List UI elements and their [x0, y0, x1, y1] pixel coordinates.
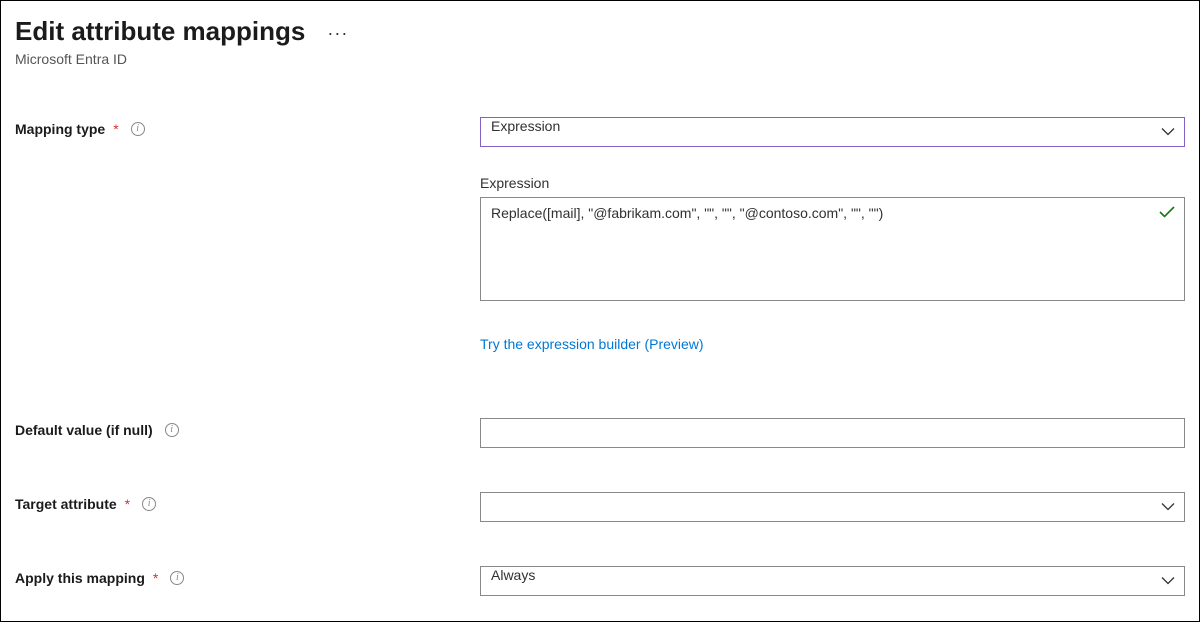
- mapping-type-label-col: Mapping type * i: [15, 117, 480, 137]
- required-star: *: [125, 496, 130, 512]
- page-header: Edit attribute mappings Microsoft Entra …: [15, 15, 1185, 67]
- target-attribute-label: Target attribute: [15, 496, 117, 512]
- expression-label: Expression: [480, 175, 1185, 191]
- target-attribute-select[interactable]: [480, 492, 1185, 522]
- default-value-label: Default value (if null): [15, 422, 153, 438]
- page-title: Edit attribute mappings: [15, 15, 305, 49]
- apply-mapping-label-col: Apply this mapping * i: [15, 566, 480, 586]
- target-attribute-row: Target attribute * i: [15, 492, 1185, 522]
- apply-mapping-select[interactable]: Always: [480, 566, 1185, 596]
- checkmark-icon: [1159, 205, 1175, 219]
- default-value-input-col: [480, 418, 1185, 448]
- mapping-type-input-col: Expression: [480, 117, 1185, 147]
- mapping-type-select-wrapper: Expression: [480, 117, 1185, 147]
- info-icon[interactable]: i: [165, 423, 179, 437]
- expression-textarea-wrap: [480, 197, 1185, 306]
- expression-block: Expression Try the expression builder (P…: [480, 175, 1185, 390]
- mapping-type-label: Mapping type: [15, 121, 105, 137]
- default-value-input[interactable]: [480, 418, 1185, 448]
- apply-mapping-row: Apply this mapping * i Always: [15, 566, 1185, 596]
- info-icon[interactable]: i: [170, 571, 184, 585]
- required-star: *: [113, 121, 118, 137]
- target-attribute-label-col: Target attribute * i: [15, 492, 480, 512]
- more-actions-button[interactable]: ···: [327, 23, 348, 44]
- header-text: Edit attribute mappings Microsoft Entra …: [15, 15, 305, 67]
- target-attribute-select-wrapper: [480, 492, 1185, 522]
- mapping-type-row: Mapping type * i Expression: [15, 117, 1185, 147]
- apply-mapping-label: Apply this mapping: [15, 570, 145, 586]
- expression-builder-link[interactable]: Try the expression builder (Preview): [480, 336, 704, 352]
- required-star: *: [153, 570, 158, 586]
- apply-mapping-select-wrapper: Always: [480, 566, 1185, 596]
- info-icon[interactable]: i: [142, 497, 156, 511]
- default-value-row: Default value (if null) i: [15, 418, 1185, 448]
- expression-textarea[interactable]: [480, 197, 1185, 301]
- apply-mapping-input-col: Always: [480, 566, 1185, 596]
- expression-section: Expression Try the expression builder (P…: [15, 175, 1185, 390]
- info-icon[interactable]: i: [131, 122, 145, 136]
- target-attribute-input-col: [480, 492, 1185, 522]
- default-value-label-col: Default value (if null) i: [15, 418, 480, 438]
- mapping-type-select[interactable]: Expression: [480, 117, 1185, 147]
- page-subtitle: Microsoft Entra ID: [15, 51, 305, 67]
